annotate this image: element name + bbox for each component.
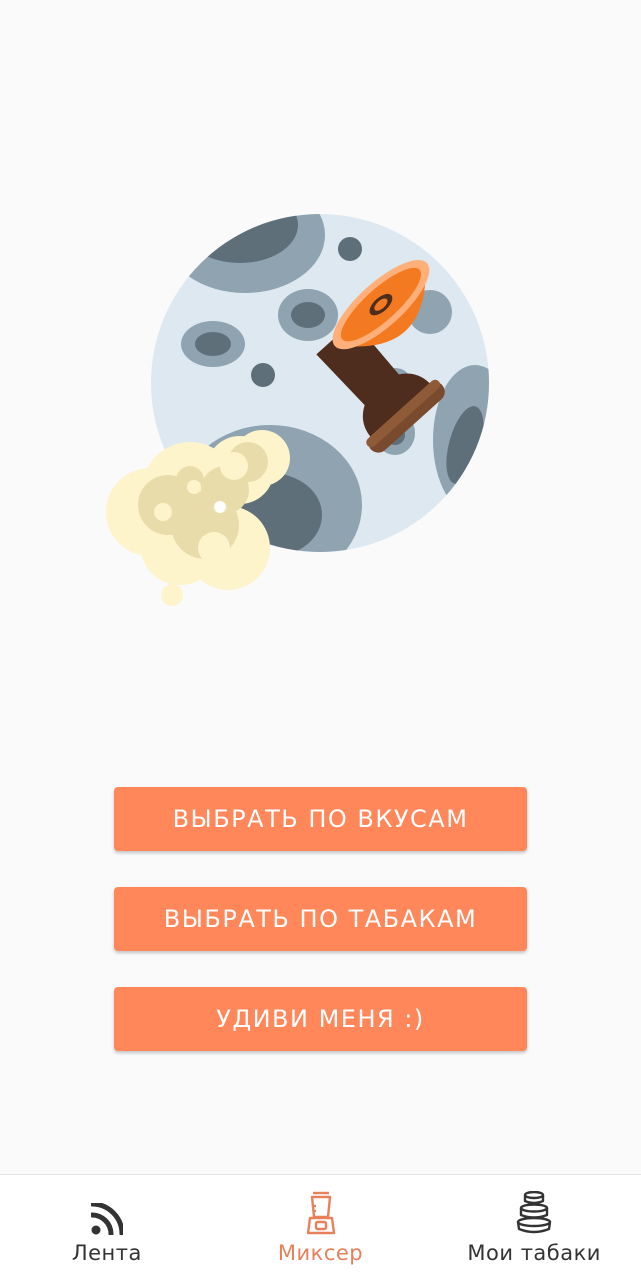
- mixer-actions: ВЫБРАТЬ ПО ВКУСАМ ВЫБРАТЬ ПО ТАБАКАМ УДИ…: [114, 787, 527, 1087]
- nav-item-label: Лента: [71, 1241, 142, 1265]
- pick-by-flavors-button[interactable]: ВЫБРАТЬ ПО ВКУСАМ: [114, 787, 527, 851]
- nav-item-my-tobaccos[interactable]: Мои табаки: [427, 1175, 641, 1281]
- stacked-jars-icon: [516, 1189, 552, 1235]
- nav-item-label: Мои табаки: [467, 1241, 601, 1265]
- rss-feed-icon: [90, 1189, 123, 1235]
- surprise-me-button[interactable]: УДИВИ МЕНЯ :): [114, 987, 527, 1051]
- hookah-moon-illustration: [106, 214, 489, 606]
- pick-by-tobaccos-button[interactable]: ВЫБРАТЬ ПО ТАБАКАМ: [114, 887, 527, 951]
- blender-icon: [304, 1189, 338, 1235]
- bottom-navigation: Лента Миксер Мои табаки: [0, 1174, 641, 1281]
- nav-item-mixer[interactable]: Миксер: [214, 1175, 428, 1281]
- nav-item-feed[interactable]: Лента: [0, 1175, 214, 1281]
- nav-item-label: Миксер: [277, 1241, 364, 1265]
- mixer-screen: ВЫБРАТЬ ПО ВКУСАМ ВЫБРАТЬ ПО ТАБАКАМ УДИ…: [0, 0, 641, 1281]
